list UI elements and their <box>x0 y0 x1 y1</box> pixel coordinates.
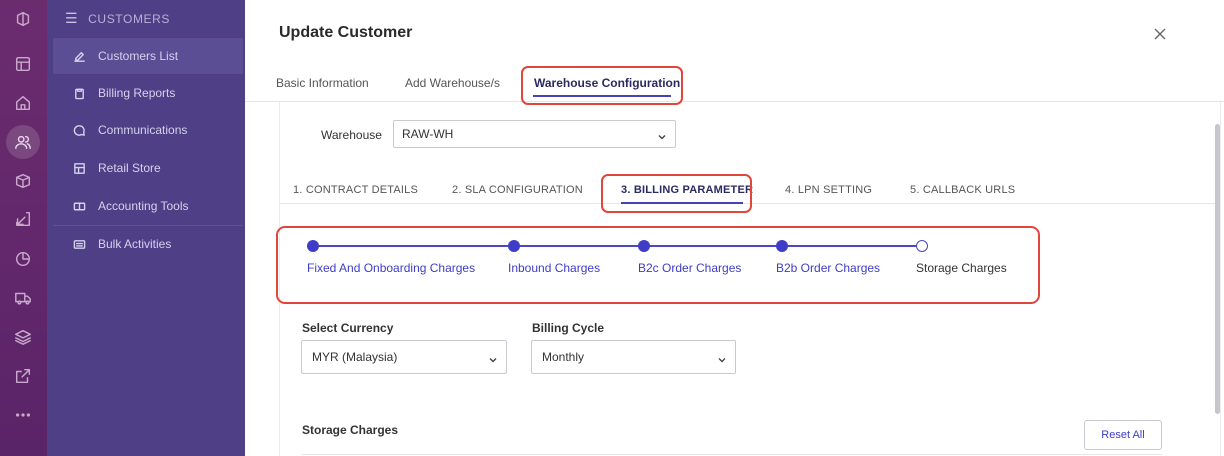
currency-select[interactable]: MYR (Malaysia) <box>301 340 507 374</box>
menu-header: ☰ CUSTOMERS <box>65 10 170 27</box>
highlight-billing-parameter <box>601 174 752 213</box>
layout-icon[interactable] <box>12 53 34 75</box>
logo-icon[interactable] <box>12 8 34 30</box>
customers-menu: ☰ CUSTOMERS Customers List Billing Repor… <box>47 0 245 456</box>
sidebar-item-customers-list[interactable]: Customers List <box>53 38 243 74</box>
layers-icon[interactable] <box>12 326 34 348</box>
inbound-arrow-icon[interactable] <box>12 208 34 230</box>
highlight-stepper <box>276 226 1040 304</box>
billing-cycle-select-value: Monthly <box>542 350 585 364</box>
sidebar-item-label: Bulk Activities <box>98 237 172 251</box>
ledger-icon <box>73 202 86 210</box>
currency-select-value: MYR (Malaysia) <box>312 350 398 364</box>
tab-lpn-setting[interactable]: 4. LPN SETTING <box>785 184 872 196</box>
sidebar-item-label: Customers List <box>98 49 179 63</box>
close-button[interactable] <box>1148 22 1172 46</box>
billing-cycle-select[interactable]: Monthly <box>531 340 736 374</box>
tab-add-warehouses[interactable]: Add Warehouse/s <box>405 76 500 90</box>
tab-basic-information[interactable]: Basic Information <box>276 76 369 90</box>
pencil-icon <box>74 51 85 62</box>
sidebar-item-label: Retail Store <box>98 161 161 175</box>
more-dots-icon[interactable] <box>12 404 34 426</box>
sidebar-item-billing-reports[interactable]: Billing Reports <box>53 75 243 111</box>
external-link-icon[interactable] <box>12 365 34 387</box>
store-icon <box>74 162 85 174</box>
clipboard-icon <box>75 88 84 99</box>
update-customer-modal: Update Customer Basic Information Add Wa… <box>245 0 1224 456</box>
main-tabs: Basic Information Add Warehouse/s Wareho… <box>245 62 1224 102</box>
chevron-down-icon <box>658 130 666 140</box>
hamburger-icon[interactable]: ☰ <box>65 10 78 27</box>
tab-sla-configuration[interactable]: 2. SLA CONFIGURATION <box>452 184 583 196</box>
warehouse-select-value: RAW-WH <box>402 127 454 141</box>
close-icon <box>1154 28 1166 40</box>
sidebar-item-communications[interactable]: Communications <box>53 112 243 148</box>
sidebar-item-label: Communications <box>98 123 188 137</box>
highlight-warehouse-configuration <box>521 66 683 105</box>
chevron-down-icon <box>718 353 726 363</box>
warehouse-select[interactable]: RAW-WH <box>393 120 676 148</box>
chat-bubble-icon <box>73 124 85 136</box>
sidebar-item-bulk-activities[interactable]: Bulk Activities <box>53 226 243 262</box>
currency-label: Select Currency <box>302 321 394 335</box>
billing-cycle-label: Billing Cycle <box>532 321 605 335</box>
section-divider <box>302 454 1162 455</box>
users-icon[interactable] <box>12 131 34 153</box>
storage-charges-title: Storage Charges <box>302 423 399 437</box>
sidebar-item-label: Accounting Tools <box>98 199 189 213</box>
truck-icon[interactable] <box>12 287 34 309</box>
chevron-down-icon <box>489 353 497 363</box>
bulk-icon <box>73 239 86 249</box>
sidebar-item-label: Billing Reports <box>98 86 176 100</box>
reset-all-button[interactable]: Reset All <box>1084 420 1162 450</box>
scrollbar[interactable] <box>1212 102 1222 456</box>
home-icon[interactable] <box>12 92 34 114</box>
modal-title: Update Customer <box>279 24 413 41</box>
box-icon[interactable] <box>12 170 34 192</box>
icon-rail <box>0 0 47 456</box>
scrollbar-thumb[interactable] <box>1215 124 1220 414</box>
warehouse-label: Warehouse <box>321 128 382 142</box>
sidebar-item-accounting-tools[interactable]: Accounting Tools <box>53 188 243 224</box>
tab-callback-urls[interactable]: 5. CALLBACK URLS <box>910 184 1015 196</box>
tab-contract-details[interactable]: 1. CONTRACT DETAILS <box>293 184 418 196</box>
pie-chart-icon[interactable] <box>12 248 34 270</box>
menu-section-title: CUSTOMERS <box>88 11 171 26</box>
sidebar-item-retail-store[interactable]: Retail Store <box>53 150 243 186</box>
